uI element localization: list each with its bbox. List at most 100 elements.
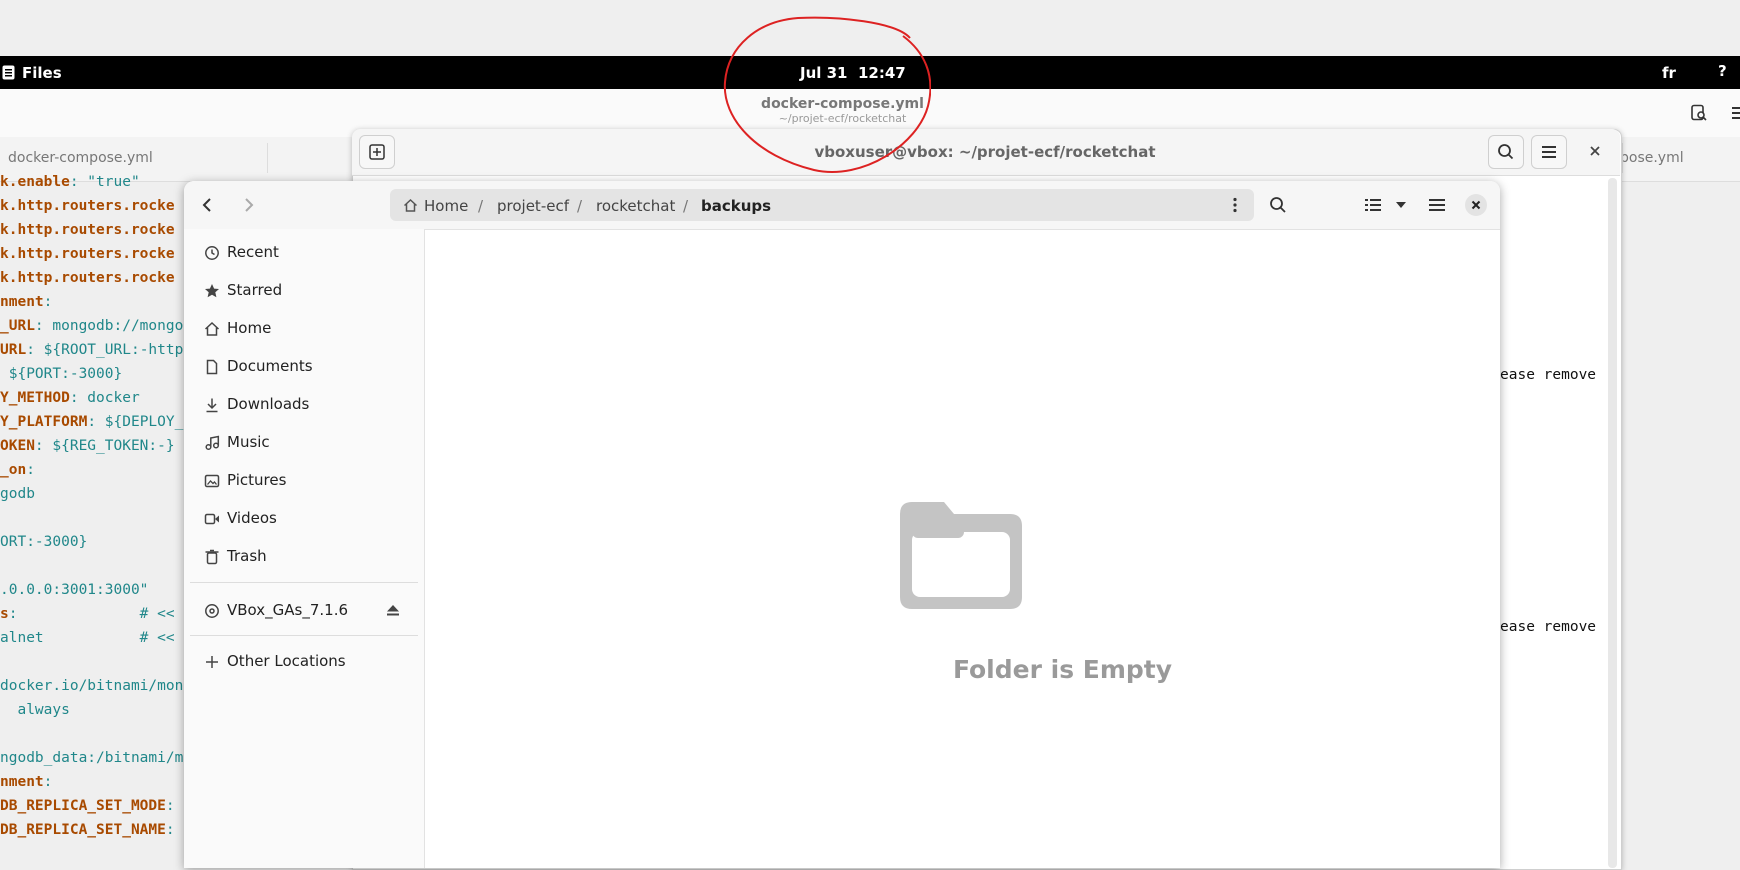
code-value: ngodb_data:/bitnami/mo — [0, 750, 193, 766]
list-view-icon[interactable] — [1364, 196, 1382, 214]
code-line: _URL: mongodb://mongo — [0, 314, 192, 338]
terminal-output-line: ease remove — [1500, 619, 1597, 635]
code-line: ORT:-3000} — [0, 530, 192, 554]
terminal-search-button[interactable] — [1488, 135, 1524, 169]
forward-button[interactable] — [238, 193, 258, 217]
code-key: nment — [0, 774, 44, 790]
sidebar-divider — [190, 582, 418, 583]
disc-icon — [204, 603, 220, 619]
code-value: : "true" — [69, 174, 140, 190]
editor-text-area[interactable]: k.enable: "true" k.http.routers.rocke k.ht… — [0, 170, 192, 842]
code-key: _on — [0, 462, 27, 478]
home-icon — [403, 198, 418, 217]
files-app-icon[interactable] — [2, 65, 15, 84]
editor-tab[interactable]: pose.yml — [1620, 150, 1684, 166]
editor-tab-divider — [267, 143, 268, 173]
code-value: .0.0.0:3001:3000" — [0, 582, 149, 598]
terminal-close-icon[interactable] — [1587, 143, 1603, 159]
sidebar-item-label: Videos — [227, 509, 277, 527]
breadcrumb-backups[interactable]: backups — [701, 197, 771, 215]
code-key: nment — [0, 294, 44, 310]
editor-menu-icon[interactable] — [1732, 104, 1740, 122]
video-icon — [204, 511, 220, 527]
code-value: godb — [0, 486, 35, 502]
breadcrumb-separator: / — [478, 197, 484, 215]
breadcrumb-projet-ecf[interactable]: projet-ecf — [497, 197, 569, 215]
sidebar-divider — [190, 635, 418, 636]
new-tab-button[interactable] — [359, 135, 395, 169]
code-value: : — [165, 822, 175, 838]
code-key: DB_REPLICA_SET_NAME — [0, 822, 166, 838]
keyboard-layout-indicator[interactable]: fr — [1662, 64, 1676, 82]
code-key: s — [0, 606, 9, 622]
code-line: docker.io/bitnami/mon — [0, 674, 192, 698]
code-line: nment: — [0, 290, 192, 314]
terminal-scrollbar[interactable] — [1608, 178, 1617, 868]
code-line: _on: — [0, 458, 192, 482]
sidebar-item-vbox-gas[interactable]: VBox_GAs_7.1.6 — [204, 599, 404, 623]
sidebar-item-label: Pictures — [227, 471, 287, 489]
code-line: ngodb_data:/bitnami/mo — [0, 746, 192, 770]
path-bar[interactable]: Home / projet-ecf / rocketchat / backups — [390, 189, 1254, 221]
code-value: : ${ROOT_URL:-http — [26, 342, 184, 358]
home-icon — [204, 321, 220, 337]
close-button[interactable] — [1465, 194, 1487, 216]
code-line: k.http.routers.rocke — [0, 242, 192, 266]
code-line: .0.0.0:3001:3000" — [0, 578, 192, 602]
sidebar-item-label: Music — [227, 433, 270, 451]
document-search-icon[interactable] — [1690, 104, 1708, 122]
breadcrumb-home[interactable]: Home — [424, 197, 468, 215]
code-value: alnet # << — [0, 630, 175, 646]
app-menu-label[interactable]: Files — [22, 64, 62, 82]
path-menu-icon[interactable] — [1232, 197, 1238, 217]
main-menu-icon[interactable] — [1428, 196, 1446, 214]
clock-icon — [204, 245, 220, 261]
code-value: : — [43, 294, 53, 310]
search-icon[interactable] — [1268, 195, 1288, 215]
code-line: Y_PLATFORM: ${DEPLOY_ — [0, 410, 192, 434]
sidebar-item-label: Home — [227, 319, 272, 337]
code-line: k.http.routers.rocke — [0, 194, 192, 218]
sidebar-item-label: Documents — [227, 357, 313, 375]
code-line: always — [0, 698, 192, 722]
code-line: k.http.routers.rocke — [0, 218, 192, 242]
help-icon[interactable]: ? — [1718, 62, 1727, 80]
code-key: _URL — [0, 318, 35, 334]
picture-icon — [204, 473, 220, 489]
sidebar-item-label: Downloads — [227, 395, 310, 413]
breadcrumb-rocketchat[interactable]: rocketchat — [596, 197, 675, 215]
music-icon — [204, 435, 220, 451]
terminal-menu-button[interactable] — [1531, 135, 1567, 169]
code-value: : docker — [69, 390, 140, 406]
eject-icon[interactable] — [386, 603, 400, 621]
view-options-chevron-down-icon[interactable] — [1394, 197, 1408, 211]
sidebar-item-label: Recent — [227, 243, 279, 261]
places-sidebar: Recent Starred Home Documents Downloads … — [184, 229, 425, 868]
red-annotation-circle — [718, 16, 932, 174]
code-value: : # << — [8, 606, 175, 622]
code-line: DB_REPLICA_SET_MODE: — [0, 794, 192, 818]
code-value: docker.io/bitnami/mon — [0, 678, 184, 694]
code-key: k.http.routers.rocke — [0, 246, 175, 262]
code-value: : ${DEPLOY_ — [87, 414, 184, 430]
code-key: DB_REPLICA_SET_MODE — [0, 798, 166, 814]
code-value: : ${REG_TOKEN:-} — [34, 438, 175, 454]
code-key: Y_PLATFORM — [0, 414, 88, 430]
code-value: always — [0, 702, 70, 718]
code-value: ${PORT:-3000} — [0, 366, 123, 382]
plus-icon — [204, 654, 220, 670]
sidebar-item-label: VBox_GAs_7.1.6 — [227, 601, 349, 619]
code-value: : mongodb://mongo — [34, 318, 184, 334]
code-value: : — [43, 774, 53, 790]
sidebar-item-label: Trash — [227, 547, 267, 565]
editor-tab[interactable]: docker-compose.yml — [8, 150, 153, 166]
back-button[interactable] — [198, 193, 218, 217]
code-line: nment: — [0, 770, 192, 794]
code-key: Y_METHOD — [0, 390, 70, 406]
trash-icon — [204, 549, 220, 565]
star-icon — [204, 283, 220, 299]
